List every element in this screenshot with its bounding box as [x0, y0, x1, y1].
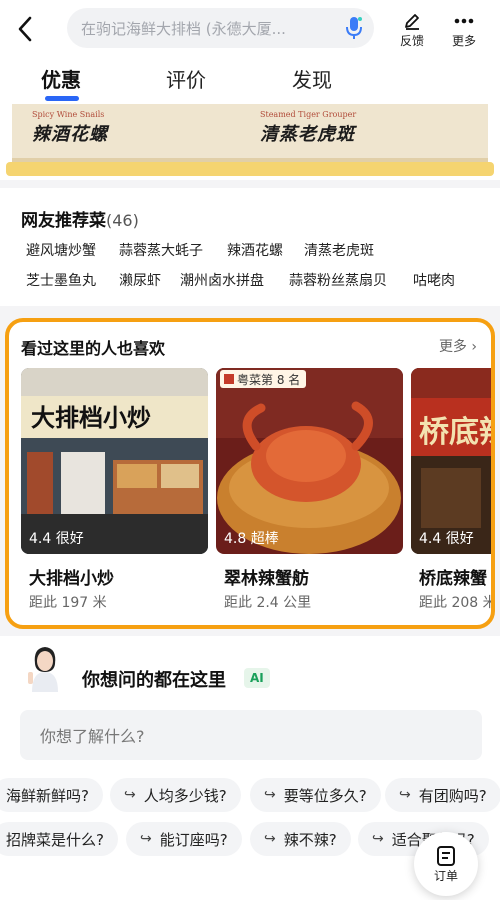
shop-photo: 桥底辣 [411, 368, 495, 554]
question-chip[interactable]: ↪ 辣不辣? [250, 822, 351, 856]
reply-arrow-icon: ↪ [399, 787, 411, 803]
recommended-dish[interactable]: 辣酒花螺 [227, 240, 283, 260]
svg-text:大排档小炒: 大排档小炒 [31, 403, 151, 432]
question-chip[interactable]: ↪ 要等位多久? [250, 778, 381, 812]
svg-text:桥底辣: 桥底辣 [419, 415, 495, 450]
recommended-dishes-card: 网友推荐菜(46) 避风塘炒蟹 蒜蓉蒸大蚝子 辣酒花螺 清蒸老虎斑 芝士墨鱼丸 … [0, 188, 500, 306]
reply-arrow-icon: ↪ [140, 831, 152, 847]
recommended-dish[interactable]: 蒜蓉粉丝蒸扇贝 [289, 270, 387, 290]
tab-offers[interactable]: 优惠 [41, 64, 81, 93]
ai-assistant-avatar [24, 642, 66, 692]
recommended-dish[interactable]: 濑尿虾 [119, 270, 161, 290]
recommended-dish[interactable]: 蒜蓉蒸大蚝子 [119, 240, 203, 260]
question-chip[interactable]: 海鲜新鲜吗? [0, 778, 103, 812]
back-arrow-icon [18, 16, 32, 42]
more-label: 更多 [451, 34, 476, 48]
recommended-dish[interactable]: 避风塘炒蟹 [26, 240, 96, 260]
dish-en-name: Spicy Wine Snails [32, 110, 105, 119]
shop-card[interactable]: 粤菜第 8 名 4.8 超棒 翠林辣蟹舫 距此 2.4 公里 [216, 368, 403, 611]
also-liked-card: 看过这里的人也喜欢 更多 › 大排档小炒 4.4 很好 大排档小炒 距此 197… [5, 318, 495, 629]
reply-arrow-icon: ↪ [264, 787, 276, 803]
shop-card[interactable]: 大排档小炒 4.4 很好 大排档小炒 距此 197 米 [21, 368, 208, 611]
shop-distance: 距此 2.4 公里 [224, 595, 312, 611]
also-liked-more-link[interactable]: 更多 › [439, 336, 477, 356]
shop-rating: 4.8 超棒 [224, 531, 279, 547]
dish-cn-name: 清蒸老虎斑 [260, 124, 355, 145]
question-chip[interactable]: ↪ 人均多少钱? [110, 778, 241, 812]
reply-arrow-icon: ↪ [264, 831, 276, 847]
shop-photo: 粤菜第 8 名 [216, 368, 403, 554]
dish-en-name: Steamed Tiger Grouper [260, 110, 357, 119]
order-button[interactable]: 订单 [414, 832, 478, 896]
chevron-right-icon: › [471, 339, 477, 355]
back-button[interactable] [0, 0, 50, 58]
recommended-dish[interactable]: 潮州卤水拼盘 [180, 270, 264, 290]
chip-label: 人均多少钱? [143, 786, 227, 805]
question-chip[interactable]: ↪ 能订座吗? [126, 822, 242, 856]
ai-section-title: 你想问的都在这里 [82, 670, 226, 691]
rank-badge-label: 粤菜第 8 名 [237, 372, 301, 387]
shop-card[interactable]: 桥底辣 4.4 很好 桥底辣蟹 距此 208 米 [411, 368, 495, 611]
tab-reviews[interactable]: 评价 [166, 64, 206, 93]
chip-label: 有团购吗? [418, 786, 487, 805]
reply-arrow-icon: ↪ [124, 787, 136, 803]
shop-rating: 4.4 很好 [29, 531, 84, 547]
recommended-dish[interactable]: 咕咾肉 [413, 270, 455, 290]
voice-mic-icon[interactable] [334, 8, 374, 48]
recommended-count: (46) [106, 211, 139, 230]
recommended-dish[interactable]: 芝士墨鱼丸 [26, 270, 96, 290]
search-bar[interactable]: 在驹记海鲜大排档 (永德大厦... [67, 8, 374, 48]
three-dots-icon [454, 18, 474, 24]
reply-arrow-icon: ↪ [372, 831, 384, 847]
shop-rating: 4.4 很好 [419, 531, 474, 547]
rank-badge: 粤菜第 8 名 [220, 370, 307, 388]
tab-bar: 优惠 评价 发现 [0, 58, 500, 104]
search-input[interactable]: 在驹记海鲜大排档 (永德大厦... [81, 18, 334, 39]
flag-icon [224, 374, 234, 384]
shop-name: 桥底辣蟹 [419, 569, 487, 589]
chip-label: 海鲜新鲜吗? [6, 786, 89, 805]
ask-input[interactable]: 你想了解什么? [20, 710, 482, 760]
more-menu-button[interactable]: 更多 [444, 10, 484, 49]
shop-name: 翠林辣蟹舫 [224, 569, 309, 589]
shop-name: 大排档小炒 [29, 569, 114, 589]
recommended-dish[interactable]: 清蒸老虎斑 [304, 240, 374, 260]
more-link-label: 更多 [438, 339, 467, 355]
order-label: 订单 [433, 868, 458, 883]
also-liked-title: 看过这里的人也喜欢 [21, 339, 166, 358]
menu-scroll-banner[interactable]: Spicy Wine Snails 辣酒花螺 Steamed Tiger Gro… [0, 104, 500, 180]
question-chip[interactable]: ↪ 有团购吗? [385, 778, 500, 812]
scroll-paper: Spicy Wine Snails 辣酒花螺 Steamed Tiger Gro… [12, 104, 488, 162]
dish-cn-name: 辣酒花螺 [32, 124, 108, 145]
question-chip[interactable]: 招牌菜是什么? [0, 822, 118, 856]
chip-label: 能订座吗? [159, 830, 228, 849]
shop-distance: 距此 197 米 [29, 595, 107, 611]
recommended-title: 网友推荐菜 [21, 211, 106, 231]
shop-photo: 大排档小炒 [21, 368, 208, 554]
pencil-icon [405, 14, 419, 30]
chip-label: 招牌菜是什么? [6, 830, 104, 849]
chip-label: 要等位多久? [283, 786, 367, 805]
feedback-label: 反馈 [399, 34, 424, 48]
tab-discover[interactable]: 发现 [292, 64, 332, 93]
scroll-rod [6, 162, 494, 176]
chip-label: 辣不辣? [283, 830, 337, 849]
section-title: 网友推荐菜(46) [21, 206, 139, 231]
top-bar: 在驹记海鲜大排档 (永德大厦... 反馈 更多 [0, 0, 500, 58]
shop-distance: 距此 208 米 [419, 595, 495, 611]
ai-badge: AI [244, 668, 270, 688]
order-list-icon [437, 845, 455, 866]
feedback-button[interactable]: 反馈 [392, 10, 432, 49]
active-tab-indicator [45, 96, 79, 101]
